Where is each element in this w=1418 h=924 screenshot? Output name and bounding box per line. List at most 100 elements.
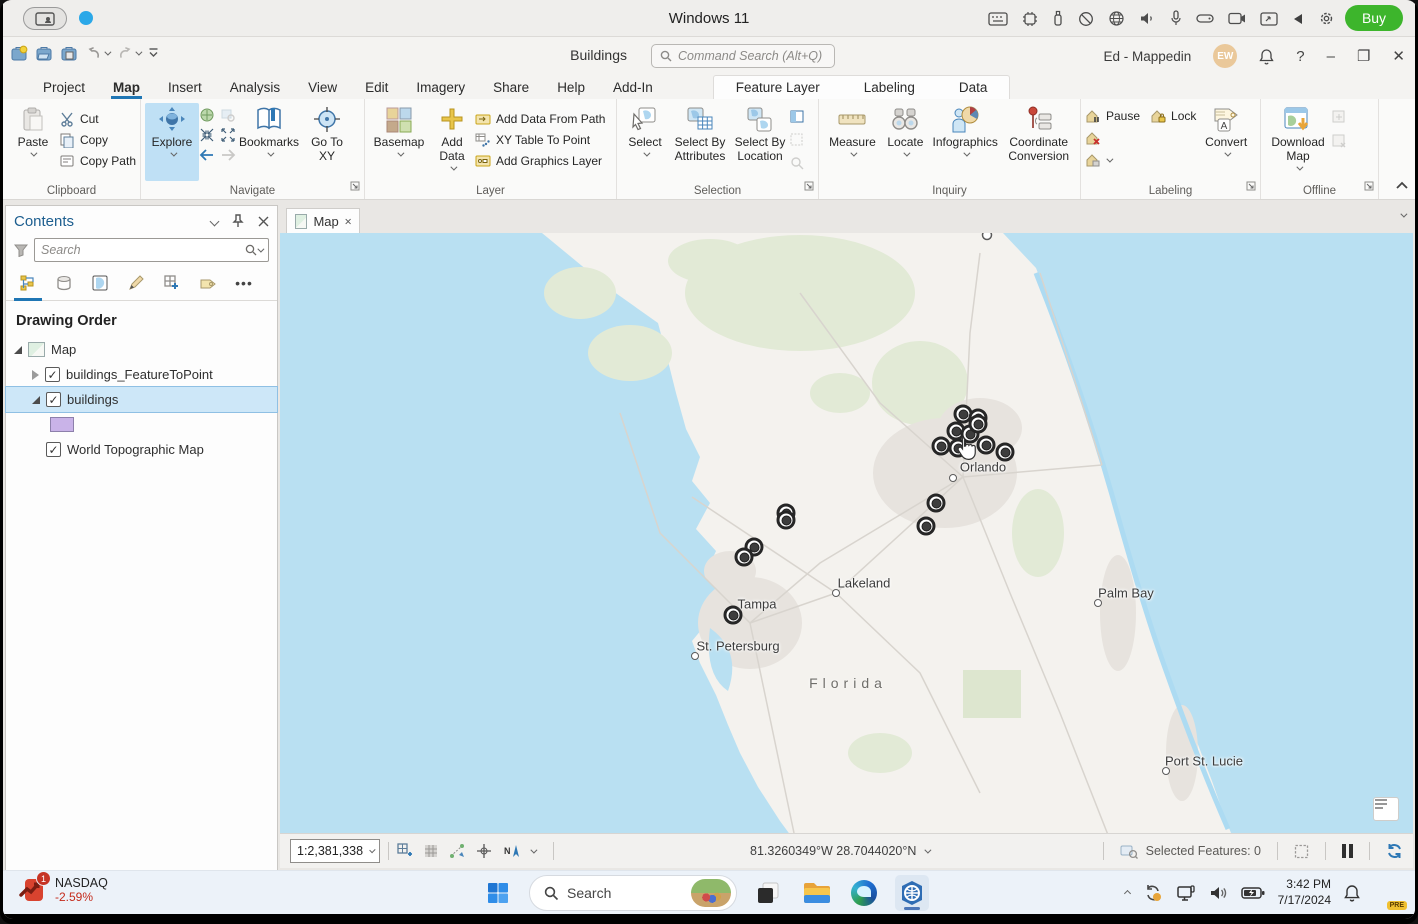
ribbon-tab-imagery[interactable]: Imagery (402, 78, 479, 99)
battery-icon[interactable] (1241, 886, 1265, 900)
open-project-button[interactable] (36, 45, 53, 61)
explore-button[interactable]: Explore (145, 103, 199, 181)
statusbar-more-chevron-icon[interactable] (530, 846, 537, 853)
clock[interactable]: 3:42 PM 7/17/2024 (1278, 877, 1331, 908)
map-view-tab[interactable]: Map (286, 208, 360, 233)
tabstrip-overflow-chevron-icon[interactable] (1400, 211, 1407, 218)
building-point-marker[interactable] (927, 494, 946, 513)
customize-qat-button[interactable] (148, 47, 159, 59)
scale-select[interactable]: 1:2,381,338 (290, 839, 380, 863)
filter-icon[interactable] (14, 243, 28, 257)
select-by-location-button[interactable]: Select By Location (731, 103, 789, 181)
tree-row-buildings[interactable]: ✓buildings (6, 387, 277, 412)
taskbar-search[interactable]: Search (529, 875, 737, 911)
download-map-dropdown[interactable] (1296, 163, 1303, 170)
start-button[interactable] (481, 875, 515, 911)
go-to-xy-button[interactable]: Go To XY (302, 103, 352, 181)
refresh-icon[interactable] (1386, 843, 1403, 859)
building-point-marker[interactable] (735, 548, 754, 567)
locate-button[interactable]: Locate (882, 103, 929, 181)
layer-visibility-checkbox[interactable]: ✓ (46, 442, 61, 457)
tree-row-world-topographic-map[interactable]: ✓World Topographic Map (6, 437, 277, 462)
coordinate-conversion-button[interactable]: Coordinate Conversion (1001, 103, 1076, 181)
building-point-marker[interactable] (917, 517, 936, 536)
usb-icon[interactable] (1052, 10, 1064, 27)
convert-dropdown[interactable] (1224, 149, 1231, 156)
tab-labeling[interactable] (196, 272, 220, 294)
arcgis-pro-button[interactable] (895, 875, 929, 911)
redo-button[interactable] (117, 46, 140, 60)
share-folder-icon[interactable] (1260, 12, 1278, 26)
selection-dialog-launcher[interactable] (804, 178, 814, 196)
undo-dropdown[interactable] (104, 48, 111, 55)
contents-menu-chevron-icon[interactable] (210, 216, 220, 226)
tab-selection[interactable] (88, 272, 112, 294)
ribbon-tab-insert[interactable]: Insert (154, 78, 216, 99)
layer-visibility-checkbox[interactable]: ✓ (45, 367, 60, 382)
new-layout-icon[interactable] (397, 843, 413, 859)
bookmarks-button[interactable]: Bookmarks (236, 103, 302, 181)
ribbon-tab-help[interactable]: Help (543, 78, 599, 99)
new-project-button[interactable] (11, 45, 28, 61)
infographics-button[interactable]: Infographics (929, 103, 1002, 181)
tab-snapping[interactable] (160, 272, 184, 294)
tree-row-map[interactable]: Map (6, 337, 277, 362)
copy-path-button[interactable]: Copy Path (59, 153, 136, 169)
undo-button[interactable] (86, 46, 109, 60)
avatar[interactable]: EW (1213, 44, 1237, 68)
attributes-pane-icon[interactable] (789, 109, 805, 125)
add-data-from-path-button[interactable]: Add Data From Path (475, 111, 605, 127)
add-data-button[interactable]: Add Data (429, 103, 475, 181)
map-canvas[interactable]: OrlandoTampaLakelandSt. PetersburgPalm B… (280, 233, 1413, 833)
tab-drawing-order[interactable] (16, 272, 40, 294)
ribbon-tab-add-in[interactable]: Add-In (599, 78, 667, 99)
xy-table-to-point-button[interactable]: XY Table To Point (475, 132, 605, 148)
update-sync-icon[interactable] (1143, 883, 1163, 903)
fixed-zoom-out-icon[interactable] (220, 127, 236, 143)
close-tab-icon[interactable] (345, 217, 351, 226)
close-pane-icon[interactable] (258, 216, 269, 227)
minimize-button[interactable]: – (1327, 48, 1335, 65)
command-search-box[interactable]: Command Search (Alt+Q) (651, 44, 835, 68)
ribbon-tab-edit[interactable]: Edit (351, 78, 402, 99)
close-button[interactable]: ✕ (1392, 47, 1405, 65)
select-dropdown[interactable] (643, 149, 650, 156)
building-point-marker[interactable] (969, 415, 988, 434)
offline-dialog-launcher[interactable] (1364, 178, 1374, 196)
contextual-tab-feature-layer[interactable]: Feature Layer (714, 78, 842, 99)
pin-icon[interactable] (232, 214, 244, 228)
notification-bell-icon[interactable] (1344, 884, 1360, 902)
copilot-button[interactable]: PRE (1373, 878, 1403, 908)
labeling-dialog-launcher[interactable] (1246, 178, 1256, 196)
ribbon-tab-share[interactable]: Share (479, 78, 543, 99)
buy-button[interactable]: Buy (1345, 5, 1403, 31)
coordinate-readout[interactable]: 81.3260349°W 28.7044020°N (750, 844, 929, 858)
basemap-button[interactable]: Basemap (369, 103, 429, 181)
building-point-marker[interactable] (777, 511, 796, 530)
hidden-icons-chevron-icon[interactable] (1124, 889, 1131, 896)
add-graphics-layer-button[interactable]: Add Graphics Layer (475, 153, 605, 169)
previous-extent-icon[interactable] (199, 147, 215, 163)
edge-browser-button[interactable] (847, 875, 881, 911)
copy-button[interactable]: Copy (59, 132, 136, 148)
select-box-icon[interactable] (1294, 844, 1309, 859)
add-data-dropdown[interactable] (450, 163, 457, 170)
select-button[interactable]: Select (621, 103, 669, 181)
remove-map-icon[interactable] (1331, 133, 1347, 149)
convert-labels-button[interactable]: A Convert (1196, 103, 1256, 181)
expander-closed-icon[interactable] (32, 370, 39, 380)
zoom-full-extent-icon[interactable] (199, 107, 215, 123)
grid-icon[interactable] (423, 843, 439, 859)
building-point-marker[interactable] (949, 439, 968, 458)
globe-icon[interactable] (1108, 10, 1125, 27)
pause-drawing-button[interactable] (1342, 844, 1353, 858)
ribbon-tab-map[interactable]: Map (99, 78, 154, 99)
measure-dropdown[interactable] (850, 149, 857, 156)
navigate-dialog-launcher[interactable] (350, 178, 360, 196)
expander-open-icon[interactable] (32, 396, 40, 404)
basemap-dropdown[interactable] (397, 149, 404, 156)
ribbon-tab-view[interactable]: View (294, 78, 351, 99)
tree-row-symbol-swatch[interactable] (6, 412, 277, 437)
selected-features-count[interactable]: Selected Features: 0 (1146, 844, 1261, 858)
prev-icon[interactable] (1292, 13, 1304, 25)
